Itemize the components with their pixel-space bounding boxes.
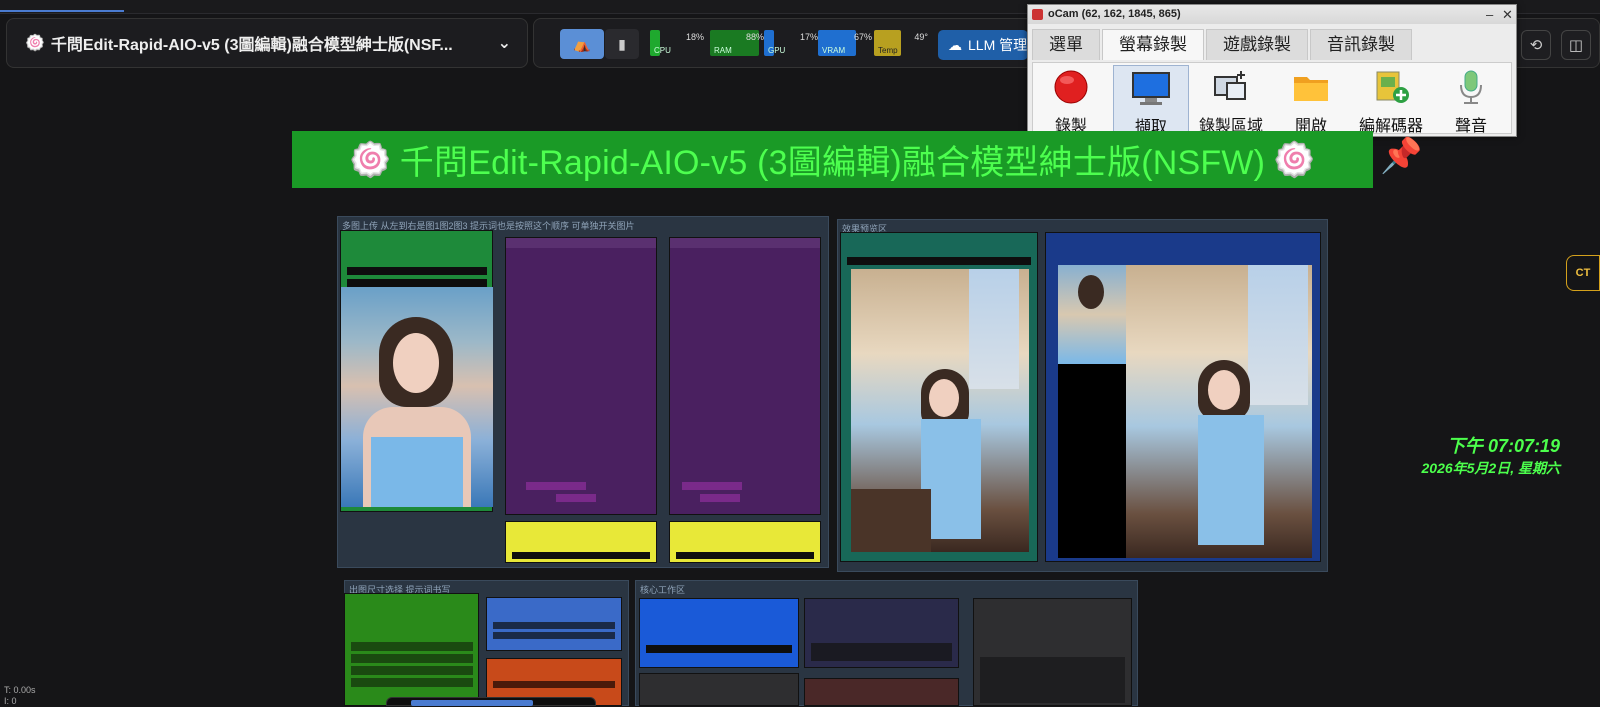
monitor-icon <box>1132 72 1170 105</box>
tab-audio-record[interactable]: 音訊錄製 <box>1310 29 1412 60</box>
clock-time: 下午 07:07:19 <box>1446 436 1560 456</box>
core-node-1[interactable] <box>639 598 799 668</box>
record-icon <box>1054 70 1088 104</box>
bookmark-button[interactable]: ▮ <box>605 29 639 59</box>
sidebar-icon: ◫ <box>1568 37 1584 54</box>
switch-node-2[interactable] <box>505 521 657 563</box>
cpu-meter: CPU 18% <box>650 30 706 56</box>
record-button[interactable]: 錄製 <box>1033 65 1109 135</box>
workflow-selector[interactable]: 🍥 千問Edit-Rapid-AIO-v5 (3圖編輯)融合模型紳士版(NSF.… <box>6 18 528 68</box>
area-icon <box>1214 71 1246 100</box>
run-icon: ⛺ <box>573 35 591 52</box>
core-node-4[interactable] <box>639 673 799 706</box>
canvas-bottom-toolbar[interactable] <box>386 697 596 706</box>
cloud-icon: ☁ <box>948 36 962 53</box>
chevron-down-icon: ⌄ <box>497 35 511 52</box>
tab-screen-record[interactable]: 螢幕錄製 <box>1102 29 1204 60</box>
minimize-button[interactable]: – <box>1486 7 1493 22</box>
canvas-stats: T: 0.00s I: 0 <box>4 685 36 706</box>
record-area-button[interactable]: 錄製區域 <box>1193 65 1269 135</box>
image-node-2[interactable] <box>505 237 657 515</box>
core-node-3[interactable] <box>973 598 1132 706</box>
mascot-icon: 🍥 <box>349 140 392 179</box>
preview-node-compare[interactable] <box>1045 232 1321 562</box>
temp-meter: Temp 49° <box>874 30 930 56</box>
ocam-tabs: 選單 螢幕錄製 遊戲錄製 音訊錄製 <box>1032 29 1512 61</box>
preview-node-output[interactable] <box>840 232 1038 562</box>
close-button[interactable]: ✕ <box>1502 7 1513 23</box>
compare-image <box>1058 265 1312 558</box>
vram-meter: VRAM 67% <box>818 30 874 56</box>
image-node-3[interactable] <box>669 237 821 515</box>
uploaded-image-1 <box>341 287 493 507</box>
prompt-node[interactable] <box>486 597 622 651</box>
mascot-icon: 🍥 <box>1273 140 1316 179</box>
pin-icon: 📌 <box>1380 137 1423 175</box>
open-button[interactable]: 開啟 <box>1273 65 1349 135</box>
sound-button[interactable]: 聲音 <box>1433 65 1509 135</box>
queue-button[interactable]: ⛺ <box>560 29 604 59</box>
folder-icon <box>1294 77 1328 101</box>
tab-game-record[interactable]: 遊戲錄製 <box>1206 29 1308 60</box>
llm-manager-button[interactable]: ☁ LLM 管理 <box>938 30 1028 60</box>
active-tab[interactable] <box>0 0 124 12</box>
workflow-banner: 🍥 千問Edit-Rapid-AIO-v5 (3圖編輯)融合模型紳士版(NSFW… <box>292 131 1373 188</box>
ocam-toolbar: 錄製 擷取 錄製區域 開啟 編解碼器 聲音 <box>1032 62 1512 136</box>
node-widget[interactable] <box>347 267 487 275</box>
output-image <box>851 269 1029 552</box>
tab-menu[interactable]: 選單 <box>1032 29 1100 60</box>
workflow-icon: 🍥 <box>25 35 45 52</box>
ocam-logo-icon <box>1032 9 1043 20</box>
history-button[interactable]: ⟲ <box>1521 30 1551 60</box>
codec-button[interactable]: 編解碼器 <box>1353 65 1429 135</box>
codec-icon <box>1376 71 1409 103</box>
panel-toggle-button[interactable]: ◫ <box>1561 30 1591 60</box>
gpu-meter: GPU 17% <box>764 30 820 56</box>
capture-button[interactable]: 擷取 <box>1113 65 1189 136</box>
history-icon: ⟲ <box>1529 37 1543 54</box>
ram-meter: RAM 88% <box>710 30 766 56</box>
bookmark-icon: ▮ <box>618 35 626 52</box>
microphone-icon <box>1460 70 1482 104</box>
ocam-window: oCam (62, 162, 1845, 865) – ✕ 選單 螢幕錄製 遊戲… <box>1027 4 1517 137</box>
core-node-2[interactable] <box>804 598 959 668</box>
core-node-5[interactable] <box>804 678 959 706</box>
node-widget[interactable] <box>347 279 487 287</box>
ct-badge-button[interactable]: CT <box>1566 255 1600 291</box>
switch-node-3[interactable] <box>669 521 821 563</box>
clock-date: 2026年5月2日, 星期六 <box>1421 460 1561 476</box>
clock-widget: 下午 07:07:19 2026年5月2日, 星期六 <box>1422 432 1561 478</box>
image-node-1[interactable] <box>340 230 493 512</box>
workflow-title: 千問Edit-Rapid-AIO-v5 (3圖編輯)融合模型紳士版(NSF... <box>50 37 453 54</box>
ocam-titlebar: oCam (62, 162, 1845, 865) <box>1028 5 1516 24</box>
size-node[interactable] <box>344 593 479 706</box>
